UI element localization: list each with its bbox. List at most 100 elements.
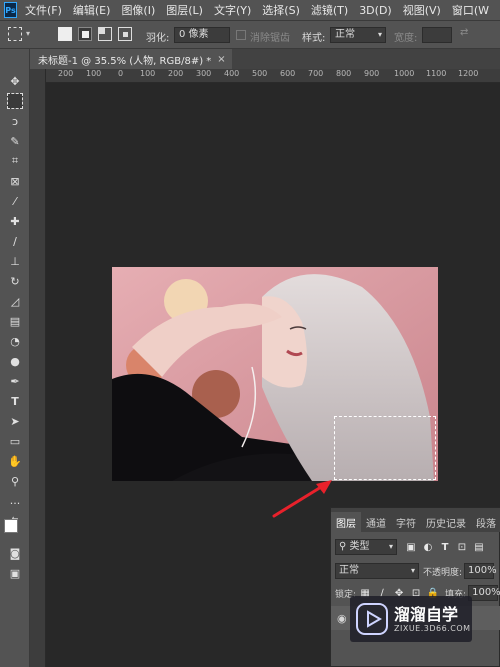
photoshop-logo[interactable]: Ps xyxy=(4,2,17,18)
ruler-tick: 700 xyxy=(308,69,324,78)
ruler-tick: 200 xyxy=(168,69,184,78)
foreground-color-swatch[interactable] xyxy=(4,519,18,533)
search-icon: ⚲ xyxy=(339,541,350,552)
menu-type[interactable]: 文字(Y) xyxy=(214,2,251,18)
style-label: 样式: xyxy=(302,33,326,44)
document-tab[interactable]: 未标题-1 @ 35.5% (人物, RGB/8#) * × xyxy=(30,49,232,69)
swap-icon[interactable]: ⇄ xyxy=(460,27,472,41)
adjustment-filter-icon[interactable]: ◐ xyxy=(422,541,434,553)
menu-select[interactable]: 选择(S) xyxy=(262,2,300,18)
opacity-input[interactable]: 100% xyxy=(464,563,497,579)
clone-stamp-tool-icon[interactable]: ⊥ xyxy=(7,253,23,269)
tab-channels[interactable]: 通道 xyxy=(361,512,391,532)
eraser-tool-icon[interactable]: ◿ xyxy=(7,293,23,309)
menu-filter[interactable]: 滤镜(T) xyxy=(311,2,348,18)
quick-mask-icon[interactable]: ◙ xyxy=(7,545,23,561)
style-value: 正常 xyxy=(335,29,355,40)
ruler-tick: 400 xyxy=(224,69,240,78)
ruler-tick: 300 xyxy=(196,69,212,78)
frame-tool-icon[interactable]: ⊠ xyxy=(7,173,23,189)
fill-input[interactable]: 100% xyxy=(468,585,500,601)
ruler-tick: 0 xyxy=(118,69,124,78)
ruler-vertical[interactable] xyxy=(30,69,46,667)
more-tools-icon[interactable]: ··· xyxy=(7,495,23,511)
ruler-tick: 900 xyxy=(364,69,380,78)
ruler-horizontal[interactable]: 200 100 0 100 200 300 400 500 600 700 80… xyxy=(46,69,500,83)
width-input[interactable] xyxy=(422,27,452,43)
menu-layer[interactable]: 图层(L) xyxy=(166,2,203,18)
blur-tool-icon[interactable]: ◔ xyxy=(7,333,23,349)
lasso-tool-icon[interactable]: ↄ xyxy=(7,113,23,129)
tab-history[interactable]: 历史记录 xyxy=(421,512,471,532)
type-filter-icon[interactable]: T xyxy=(439,541,451,553)
watermark-url: ZIXUE.3D66.COM xyxy=(394,624,471,633)
menu-file[interactable]: 文件(F) xyxy=(25,2,62,18)
antialias-checkbox[interactable] xyxy=(236,30,246,40)
hand-tool-icon[interactable]: ✋ xyxy=(7,453,23,469)
tab-paragraph[interactable]: 段落 xyxy=(471,512,500,532)
add-selection-icon[interactable] xyxy=(78,27,92,41)
watermark-title: 溜溜自学 xyxy=(394,605,459,624)
zoom-tool-icon[interactable]: ⚲ xyxy=(7,473,23,489)
ruler-tick: 500 xyxy=(252,69,268,78)
style-select[interactable]: 正常 ▾ xyxy=(330,27,386,43)
intersect-selection-icon[interactable] xyxy=(118,27,132,41)
blend-mode-value: 正常 xyxy=(339,565,359,576)
dodge-tool-icon[interactable]: ● xyxy=(7,353,23,369)
feather-input[interactable]: 0 像素 xyxy=(174,27,230,43)
rect-marquee-tool-icon[interactable] xyxy=(7,93,23,109)
menu-image[interactable]: 图像(I) xyxy=(121,2,155,18)
chevron-down-icon[interactable]: ▾ xyxy=(26,29,34,43)
layers-panel: 图层 通道 字符 历史记录 段落 ⚲ 类型 ▾ ▣ ◐ T ⊡ ▤ 正常 ▾ 不… xyxy=(330,507,500,667)
visibility-eye-icon[interactable]: ◉ xyxy=(337,612,347,625)
shape-filter-icon[interactable]: ⊡ xyxy=(456,541,468,553)
ruler-tick: 800 xyxy=(336,69,352,78)
blend-row: 正常 ▾ 不透明度: 100% xyxy=(331,560,500,582)
ruler-tick: 100 xyxy=(86,69,102,78)
document-tab-title: 未标题-1 @ 35.5% (人物, RGB/8#) * xyxy=(38,55,212,67)
move-tool-icon[interactable]: ✥ xyxy=(7,73,23,89)
quick-select-tool-icon[interactable]: ✎ xyxy=(7,133,23,149)
healing-brush-tool-icon[interactable]: ✚ xyxy=(7,213,23,229)
watermark: 溜溜自学 ZIXUE.3D66.COM xyxy=(350,596,472,642)
blend-mode-select[interactable]: 正常 ▾ xyxy=(335,563,419,579)
tab-layers[interactable]: 图层 xyxy=(331,512,361,532)
rectangle-tool-icon[interactable]: ▭ xyxy=(7,433,23,449)
layer-filter-row: ⚲ 类型 ▾ ▣ ◐ T ⊡ ▤ xyxy=(331,536,500,558)
screen-mode-icon[interactable]: ▣ xyxy=(7,565,23,581)
subtract-selection-icon[interactable] xyxy=(98,27,112,41)
filter-kind-select[interactable]: ⚲ 类型 ▾ xyxy=(335,539,397,555)
panel-tab-bar: 图层 通道 字符 历史记录 段落 xyxy=(331,508,500,532)
menu-3d[interactable]: 3D(D) xyxy=(359,4,392,17)
smart-object-filter-icon[interactable]: ▤ xyxy=(473,541,485,553)
tab-character[interactable]: 字符 xyxy=(391,512,421,532)
history-brush-tool-icon[interactable]: ↻ xyxy=(7,273,23,289)
close-icon[interactable]: × xyxy=(217,54,225,65)
selection-marquee[interactable] xyxy=(334,416,436,480)
pen-tool-icon[interactable]: ✒ xyxy=(7,373,23,389)
chevron-down-icon: ▾ xyxy=(410,566,415,575)
gradient-tool-icon[interactable]: ▤ xyxy=(7,313,23,329)
crop-tool-icon[interactable]: ⌗ xyxy=(7,153,23,169)
brush-tool-icon[interactable]: ∕ xyxy=(7,233,23,249)
eyedropper-tool-icon[interactable]: ⁄ xyxy=(7,193,23,209)
antialias-label: 消除锯齿 xyxy=(250,33,290,44)
filter-kind-value: 类型 xyxy=(349,541,370,552)
marquee-preset-icon[interactable] xyxy=(8,27,22,41)
menu-window[interactable]: 窗口(W xyxy=(452,2,489,18)
ruler-tick: 1000 xyxy=(394,69,415,78)
red-arrow-annotation xyxy=(272,480,332,518)
document-tab-bar: 未标题-1 @ 35.5% (人物, RGB/8#) * × xyxy=(30,49,500,69)
menu-edit[interactable]: 编辑(E) xyxy=(73,2,111,18)
new-selection-icon[interactable] xyxy=(58,27,72,41)
menu-view[interactable]: 视图(V) xyxy=(403,2,441,18)
pixel-filter-icon[interactable]: ▣ xyxy=(405,541,417,553)
path-select-tool-icon[interactable]: ➤ xyxy=(7,413,23,429)
type-tool-icon[interactable]: T xyxy=(7,393,23,409)
ruler-tick: 1200 xyxy=(458,69,479,78)
play-logo-icon xyxy=(356,603,388,635)
ruler-tick: 1100 xyxy=(426,69,447,78)
ruler-tick: 600 xyxy=(280,69,296,78)
options-bar: ▾ 羽化: 0 像素 消除锯齿 样式: 正常 ▾ 宽度: ⇄ xyxy=(0,20,500,49)
ruler-tick: 200 xyxy=(58,69,74,78)
